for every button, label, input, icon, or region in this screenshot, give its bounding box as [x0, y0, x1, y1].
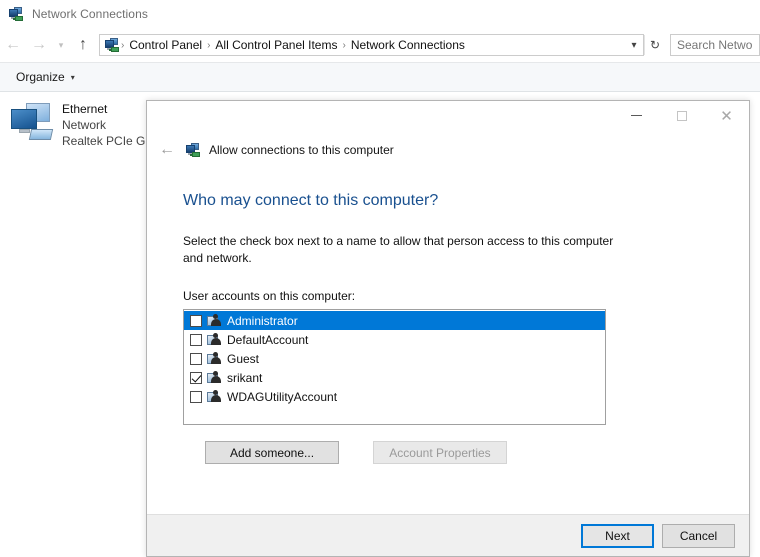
accounts-listbox[interactable]: Administrator DefaultAccount Guest srika… [183, 309, 606, 425]
refresh-icon[interactable]: ↻ [644, 35, 665, 55]
network-adapter-icon [8, 101, 58, 149]
account-checkbox[interactable] [190, 352, 202, 365]
dialog-body: Who may connect to this computer? Select… [147, 169, 749, 514]
dialog-caption-bar: ✕ [147, 101, 749, 133]
account-name: Administrator [227, 313, 298, 328]
account-properties-button: Account Properties [373, 441, 507, 464]
account-checkbox[interactable] [190, 314, 202, 327]
search-placeholder: Search Netwo [677, 38, 753, 52]
breadcrumb: › Control Panel › All Control Panel Item… [100, 37, 625, 53]
address-input[interactable]: › Control Panel › All Control Panel Item… [99, 34, 644, 56]
dialog-middle-buttons: Add someone... Account Properties [183, 441, 606, 464]
user-icon [207, 370, 222, 385]
adapter-device: Realtek PCIe G [62, 134, 146, 148]
breadcrumb-item-all-control-panel-items[interactable]: All Control Panel Items [211, 38, 341, 52]
dialog-heading: Who may connect to this computer? [183, 192, 439, 209]
dialog-instruction: Select the check box next to a name to a… [183, 234, 614, 265]
breadcrumb-item-control-panel[interactable]: Control Panel [125, 38, 206, 52]
cancel-button[interactable]: Cancel [662, 523, 735, 548]
back-arrow-icon[interactable]: ← [155, 139, 179, 161]
next-button[interactable]: Next [581, 523, 654, 548]
chevron-down-icon: ▾ [70, 72, 75, 82]
back-arrow-icon[interactable]: ← [0, 32, 26, 58]
add-someone-button[interactable]: Add someone... [205, 441, 339, 464]
user-icon [207, 332, 222, 347]
account-checkbox[interactable] [190, 390, 202, 403]
dialog-nav-row: ← Allow connections to this computer [147, 137, 749, 163]
account-name: Guest [227, 351, 260, 366]
adapter-name: Ethernet [62, 102, 108, 116]
accounts-list-label: User accounts on this computer: [183, 289, 356, 303]
network-connections-icon [8, 6, 24, 22]
address-bar: ← → ▾ ↑ › Control Panel › All Control Pa… [0, 28, 760, 62]
organize-label: Organize [16, 70, 65, 84]
account-name: DefaultAccount [227, 332, 309, 347]
account-name: WDAGUtilityAccount [227, 389, 338, 404]
organize-button[interactable]: Organize ▾ [8, 67, 83, 87]
network-connections-window: Network Connections ← → ▾ ↑ › Control Pa… [0, 0, 760, 557]
up-arrow-icon[interactable]: ↑ [70, 32, 96, 58]
list-item[interactable]: srikant [184, 368, 605, 387]
list-item[interactable]: Guest [184, 349, 605, 368]
account-name: srikant [227, 370, 263, 385]
list-item[interactable]: DefaultAccount [184, 330, 605, 349]
close-icon[interactable]: ✕ [704, 101, 749, 130]
account-checkbox[interactable] [190, 333, 202, 346]
list-item[interactable]: Administrator [184, 311, 605, 330]
allow-connections-dialog: ✕ ← Allow connections to this computer W… [146, 100, 750, 557]
command-bar: Organize ▾ [0, 62, 760, 92]
dialog-footer: Next Cancel [147, 514, 749, 556]
chevron-down-icon[interactable]: ▾ [52, 32, 70, 58]
breadcrumb-path-icon [104, 37, 120, 53]
dialog-title: Allow connections to this computer [209, 143, 394, 157]
account-checkbox[interactable] [190, 371, 202, 384]
user-icon [207, 389, 222, 404]
minimize-icon[interactable] [614, 101, 659, 130]
list-item[interactable]: WDAGUtilityAccount [184, 387, 605, 406]
window-title: Network Connections [32, 7, 148, 21]
adapter-status: Network [62, 118, 107, 132]
dialog-title-icon [185, 142, 201, 158]
user-icon [207, 351, 222, 366]
user-icon [207, 313, 222, 328]
forward-arrow-icon[interactable]: → [26, 32, 52, 58]
address-dropdown-icon[interactable]: ▾ [625, 35, 643, 55]
maximize-icon[interactable] [659, 101, 704, 130]
search-input[interactable]: Search Netwo [670, 34, 760, 56]
window-titlebar: Network Connections [0, 0, 760, 28]
breadcrumb-item-network-connections[interactable]: Network Connections [347, 38, 469, 52]
